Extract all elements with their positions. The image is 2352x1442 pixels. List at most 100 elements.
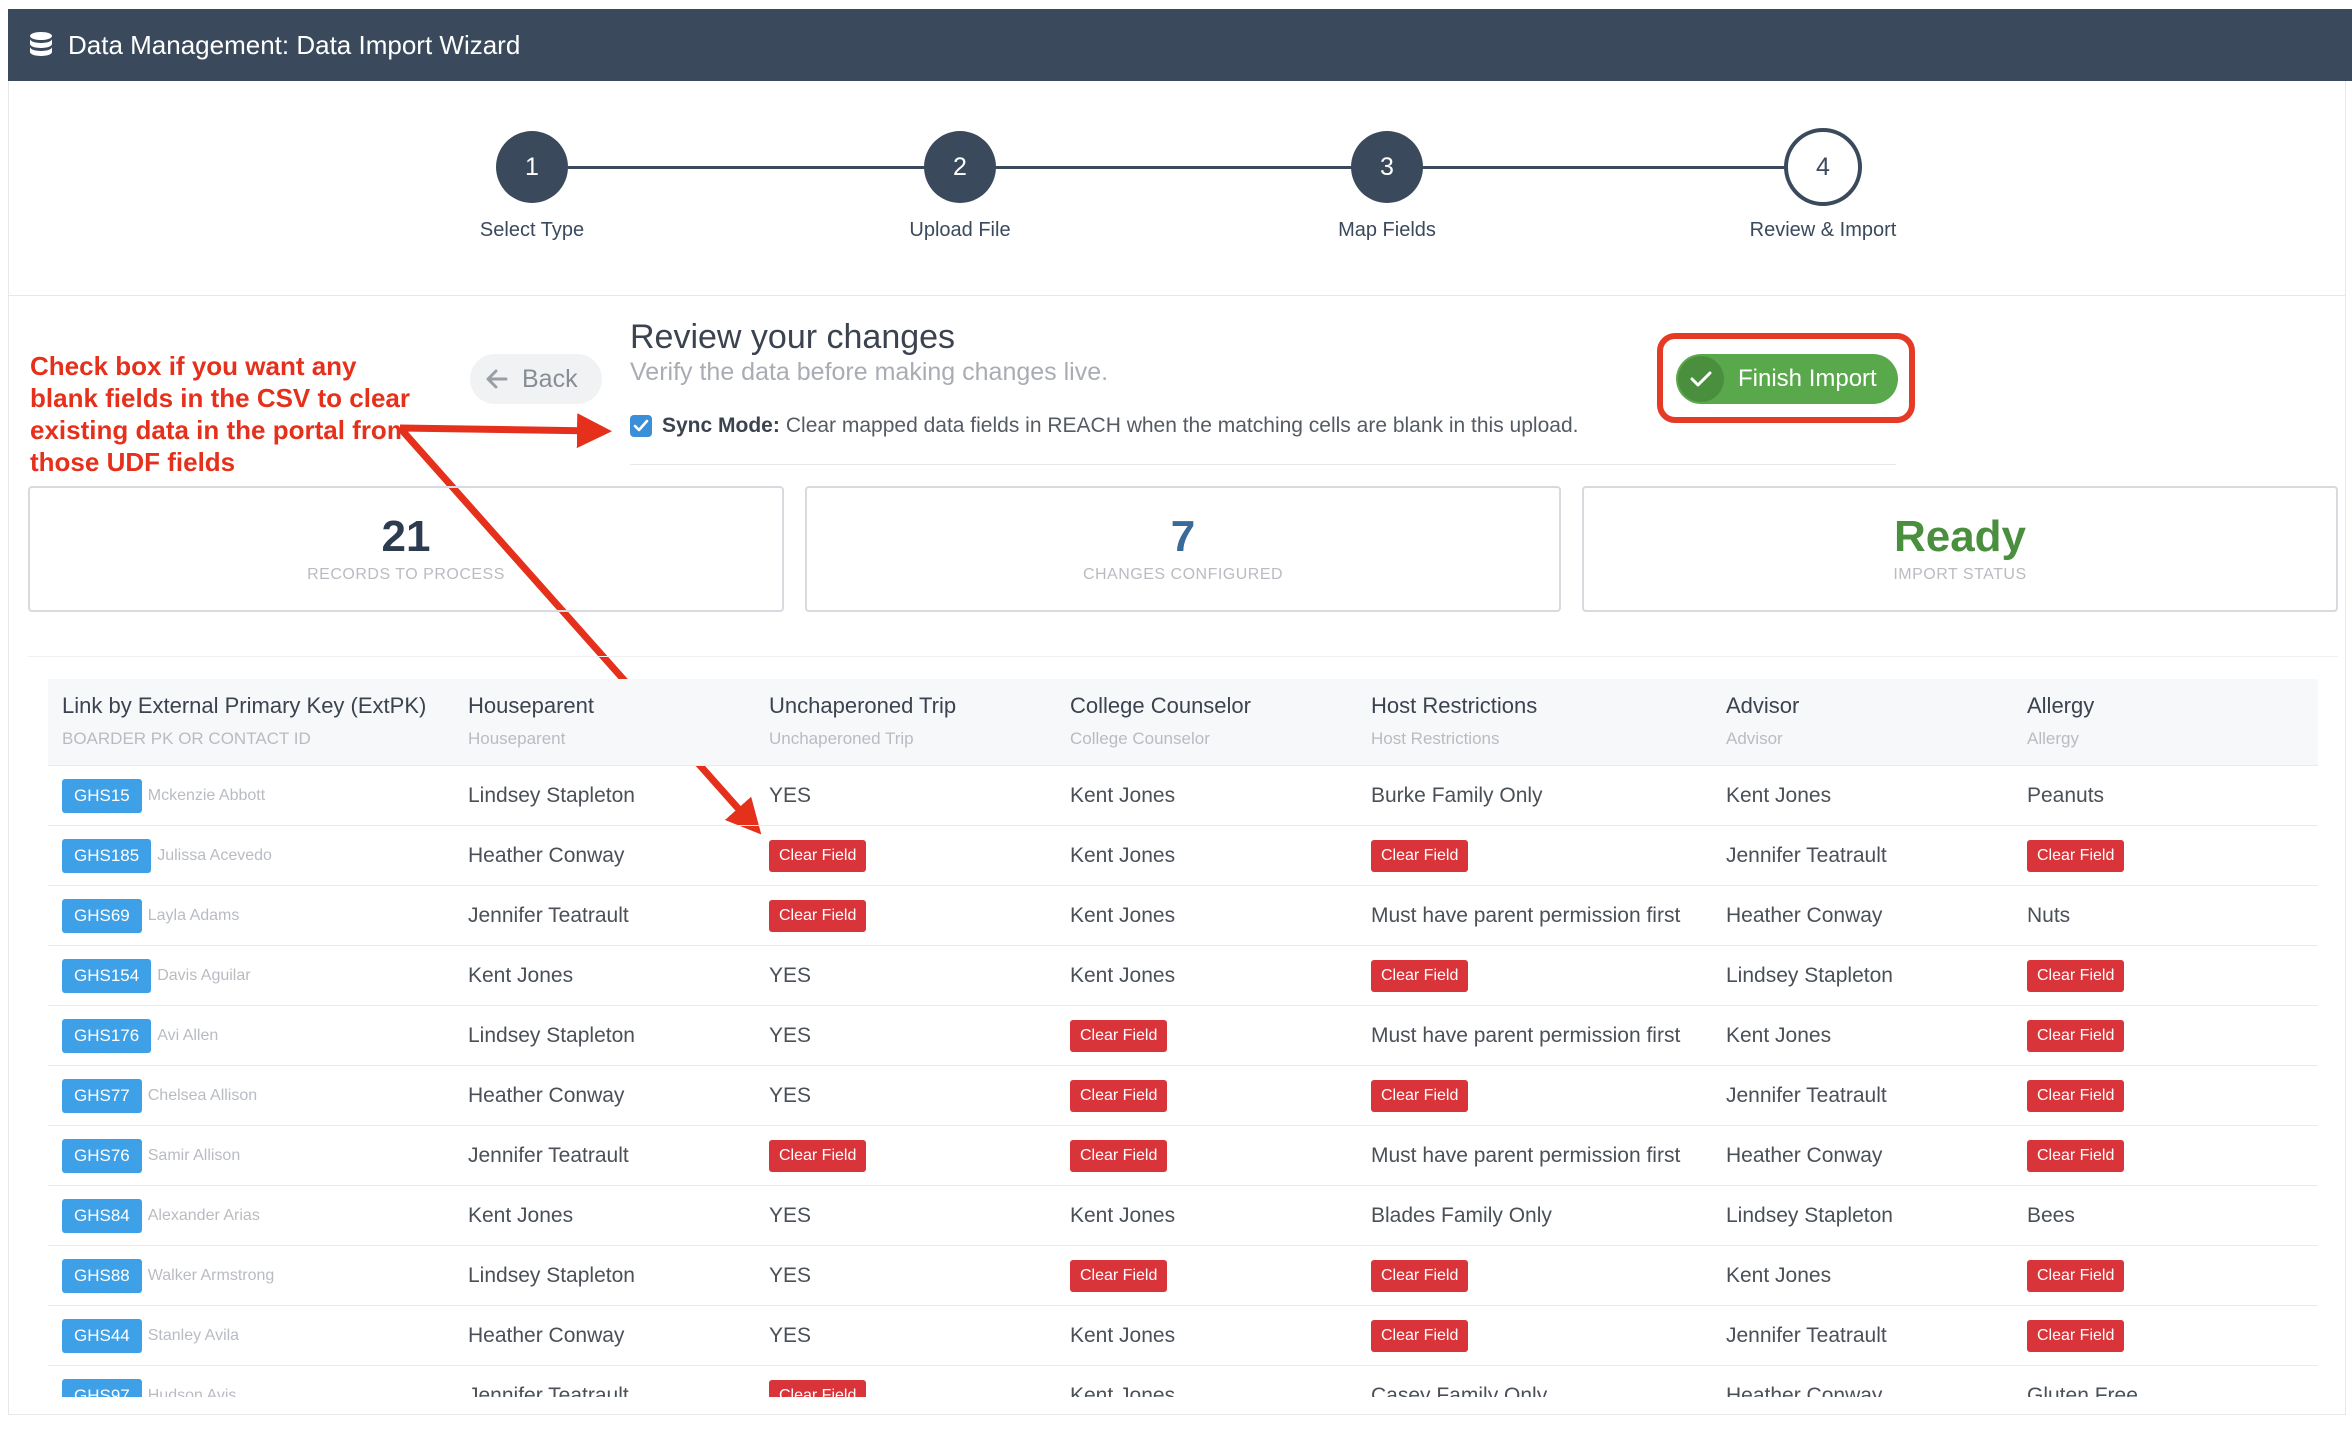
- clear-field-badge: Clear Field: [769, 840, 867, 872]
- table-row: GHS76 Samir Allison Jennifer Teatrault Clea…: [48, 1125, 2318, 1186]
- review-title: Review your changes: [630, 318, 956, 356]
- table-cell: Gluten Free: [2027, 1366, 2138, 1397]
- pk-badge[interactable]: GHS44: [62, 1319, 142, 1353]
- annotation-text: Check box if you want any blank fields i…: [30, 351, 410, 477]
- clear-field-badge: Clear Field: [2027, 1260, 2125, 1292]
- pk-cell: GHS15 Mckenzie Abbott: [62, 766, 265, 826]
- cell-value: Kent Jones: [1726, 784, 1832, 807]
- step-3-circle[interactable]: 3: [1351, 131, 1423, 203]
- clear-field-badge: Clear Field: [1070, 1080, 1168, 1112]
- cell-value: Lindsey Stapleton: [468, 784, 635, 807]
- table-cell: Clear Field: [769, 1366, 867, 1397]
- table-cell: Kent Jones: [1070, 1186, 1175, 1246]
- table-cell: Heather Conway: [1726, 886, 1882, 946]
- finish-import-button[interactable]: Finish Import: [1676, 354, 1898, 404]
- pk-badge[interactable]: GHS15: [62, 779, 142, 813]
- clear-field-badge: Clear Field: [2027, 960, 2125, 992]
- cell-value: Jennifer Teatrault: [468, 904, 629, 927]
- cell-value: Kent Jones: [1070, 844, 1176, 867]
- step-4-circle[interactable]: 4: [1784, 128, 1862, 206]
- pk-badge[interactable]: GHS77: [62, 1079, 142, 1113]
- clear-field-badge: Clear Field: [2027, 840, 2125, 872]
- table-cell: Clear Field: [769, 886, 867, 946]
- pk-cell: GHS44 Stanley Avila: [62, 1306, 239, 1366]
- table-cell: Kent Jones: [1070, 946, 1175, 1006]
- table-cell: Kent Jones: [1726, 1246, 1831, 1306]
- table-cell: Lindsey Stapleton: [1726, 1186, 1893, 1246]
- review-subtitle: Verify the data before making changes li…: [630, 358, 1109, 386]
- table-cell: Bees: [2027, 1186, 2075, 1246]
- cell-value: Kent Jones: [468, 964, 574, 987]
- record-name: Avi Allen: [157, 1027, 219, 1044]
- cell-value: Lindsey Stapleton: [468, 1264, 635, 1287]
- cell-value: Must have parent permission first: [1371, 1144, 1681, 1167]
- table-cell: Must have parent permission first: [1371, 886, 1680, 946]
- table-cell: Kent Jones: [1070, 1366, 1175, 1397]
- column-header: Host Restrictions Host Restrictions: [1371, 693, 1537, 749]
- table-row: GHS44 Stanley Avila Heather Conway YES Kent …: [48, 1305, 2318, 1366]
- table-cell: Clear Field: [2027, 946, 2125, 1006]
- back-button[interactable]: Back: [470, 354, 602, 404]
- pk-badge[interactable]: GHS88: [62, 1259, 142, 1293]
- cell-value: Kent Jones: [1070, 964, 1176, 987]
- record-name: Chelsea Allison: [147, 1087, 258, 1104]
- pk-badge[interactable]: GHS154: [62, 959, 152, 993]
- finish-import-label: Finish Import: [1738, 365, 1877, 392]
- column-title: Advisor: [1726, 693, 1800, 718]
- record-name: Samir Allison: [147, 1147, 241, 1164]
- table-cell: Clear Field: [769, 826, 867, 886]
- clear-field-badge: Clear Field: [2027, 1020, 2125, 1052]
- divider: [8, 295, 2346, 296]
- app-header: Data Management: Data Import Wizard: [8, 9, 2352, 81]
- column-title: Host Restrictions: [1371, 693, 1538, 718]
- record-name: Alexander Arias: [147, 1207, 260, 1224]
- pk-badge[interactable]: GHS176: [62, 1019, 152, 1053]
- table-cell: Clear Field: [1070, 1126, 1168, 1186]
- stat-status: Ready IMPORT STATUS: [1582, 486, 2338, 612]
- step-2-circle[interactable]: 2: [924, 131, 996, 203]
- table-header: Link by External Primary Key (ExtPK) BOAR…: [48, 679, 2318, 765]
- cell-value: Nuts: [2027, 904, 2071, 927]
- table-cell: Kent Jones: [1070, 766, 1175, 826]
- sync-mode-checkbox[interactable]: [630, 415, 652, 437]
- table-cell: Clear Field: [2027, 1246, 2125, 1306]
- pk-cell: GHS76 Samir Allison: [62, 1126, 240, 1186]
- cell-value: Heather Conway: [1726, 1144, 1883, 1167]
- check-icon: [1678, 356, 1724, 402]
- table-cell: Heather Conway: [468, 1306, 624, 1366]
- stat-changes-value: 7: [1170, 512, 1196, 561]
- table-cell: YES: [769, 1306, 811, 1366]
- cell-value: Jennifer Teatrault: [1726, 1084, 1887, 1107]
- pk-badge[interactable]: GHS97: [62, 1379, 142, 1397]
- step-4-label: Review & Import: [1749, 219, 1897, 241]
- clear-field-badge: Clear Field: [2027, 1080, 2125, 1112]
- pk-badge[interactable]: GHS185: [62, 839, 152, 873]
- table-cell: Jennifer Teatrault: [1726, 1306, 1887, 1366]
- table-cell: YES: [769, 1006, 811, 1066]
- stepper-line: [568, 166, 1822, 169]
- cell-value: Jennifer Teatrault: [1726, 1324, 1887, 1347]
- table-row: GHS77 Chelsea Allison Heather Conway YES Cle…: [48, 1065, 2318, 1126]
- pk-cell: GHS88 Walker Armstrong: [62, 1246, 274, 1306]
- table-cell: Kent Jones: [468, 946, 573, 1006]
- table-cell: Kent Jones: [1070, 886, 1175, 946]
- table-cell: Clear Field: [2027, 1126, 2125, 1186]
- review-table: Link by External Primary Key (ExtPK) BOAR…: [28, 656, 2338, 1397]
- stat-records-caption: RECORDS TO PROCESS: [307, 566, 505, 583]
- column-title: Unchaperoned Trip: [769, 693, 957, 718]
- stat-status-caption: IMPORT STATUS: [1893, 566, 2027, 583]
- record-name: Davis Aguilar: [157, 967, 251, 984]
- table-row: GHS84 Alexander Arias Kent Jones YES Kent Jo…: [48, 1185, 2318, 1246]
- table-row: GHS185 Julissa Acevedo Heather Conway Clear…: [48, 825, 2318, 886]
- pk-badge[interactable]: GHS76: [62, 1139, 142, 1173]
- pk-badge[interactable]: GHS84: [62, 1199, 142, 1233]
- step-3-label: Map Fields: [1338, 219, 1436, 241]
- arrow-left-icon: [486, 369, 508, 389]
- step-1-circle[interactable]: 1: [496, 131, 568, 203]
- pk-badge[interactable]: GHS69: [62, 899, 142, 933]
- clear-field-badge: Clear Field: [1371, 1080, 1469, 1112]
- table-cell: Jennifer Teatrault: [1726, 1066, 1887, 1126]
- cell-value: Kent Jones: [1726, 1024, 1832, 1047]
- record-name: Mckenzie Abbott: [147, 787, 266, 804]
- cell-value: Lindsey Stapleton: [1726, 1204, 1893, 1227]
